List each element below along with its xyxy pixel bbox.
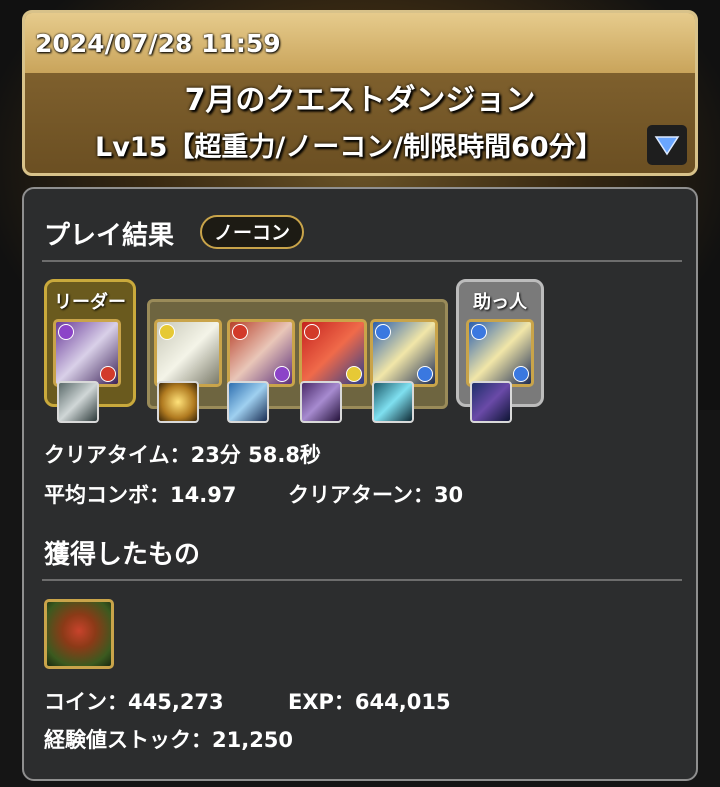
sub-monster-3-icon[interactable] — [299, 319, 367, 387]
coin-amount: コイン：445,273 — [44, 690, 224, 714]
water-attribute-icon — [471, 324, 487, 340]
dark-attribute-icon — [58, 324, 74, 340]
sub-monster-1-icon[interactable] — [154, 319, 222, 387]
fire-attribute-icon — [100, 366, 116, 382]
clear-turn: クリアターン：30 — [288, 483, 464, 507]
dark-attribute-icon — [274, 366, 290, 382]
helper-assist-icon[interactable] — [470, 381, 512, 423]
exp-stock-amount: 経験値ストック：21,250 — [44, 728, 294, 752]
leader-label: リーダー — [54, 292, 126, 313]
triangle-down-icon — [654, 136, 680, 156]
light-attribute-icon — [346, 366, 362, 382]
helper-monster-icon[interactable] — [466, 319, 534, 387]
water-attribute-icon — [513, 366, 529, 382]
clear-time: クリアタイム：23分 58.8秒 — [44, 443, 321, 467]
fire-attribute-icon — [232, 324, 248, 340]
sub-assist-4-icon[interactable] — [372, 381, 414, 423]
average-combo: 平均コンボ：14.97 — [44, 483, 237, 507]
exp-amount: EXP：644,015 — [288, 690, 451, 714]
play-result-heading: プレイ結果 — [44, 221, 175, 251]
sub-monster-4-icon[interactable] — [370, 319, 438, 387]
light-attribute-icon — [159, 324, 175, 340]
fire-attribute-icon — [304, 324, 320, 340]
helper-label: 助っ人 — [473, 292, 527, 313]
divider — [42, 579, 682, 581]
reward-monster-icon[interactable] — [44, 599, 114, 669]
water-attribute-icon — [375, 324, 391, 340]
water-attribute-icon — [417, 366, 433, 382]
dungeon-title: 7月のクエストダンジョン — [184, 83, 536, 118]
divider — [42, 260, 682, 262]
sub-assist-2-icon[interactable] — [227, 381, 269, 423]
dropdown-button[interactable] — [647, 125, 687, 165]
leader-monster-icon[interactable] — [53, 319, 121, 387]
no-continue-badge: ノーコン — [200, 215, 305, 249]
rewards-heading: 獲得したもの — [44, 540, 201, 570]
leader-assist-icon[interactable] — [57, 381, 99, 423]
sub-assist-1-icon[interactable] — [157, 381, 199, 423]
clear-datetime: 2024/07/28 11:59 — [25, 13, 695, 73]
dungeon-floor-name: Lv15【超重力/ノーコン/制限時間60分】 — [95, 132, 603, 163]
dungeon-header: 2024/07/28 11:59 7月のクエストダンジョン Lv15【超重力/ノ… — [22, 10, 698, 176]
sub-monster-2-icon[interactable] — [227, 319, 295, 387]
sub-assist-3-icon[interactable] — [300, 381, 342, 423]
result-panel: プレイ結果 ノーコン リーダー 助っ人 クリアタイム：23分 58.8秒 平均コ — [22, 187, 698, 781]
